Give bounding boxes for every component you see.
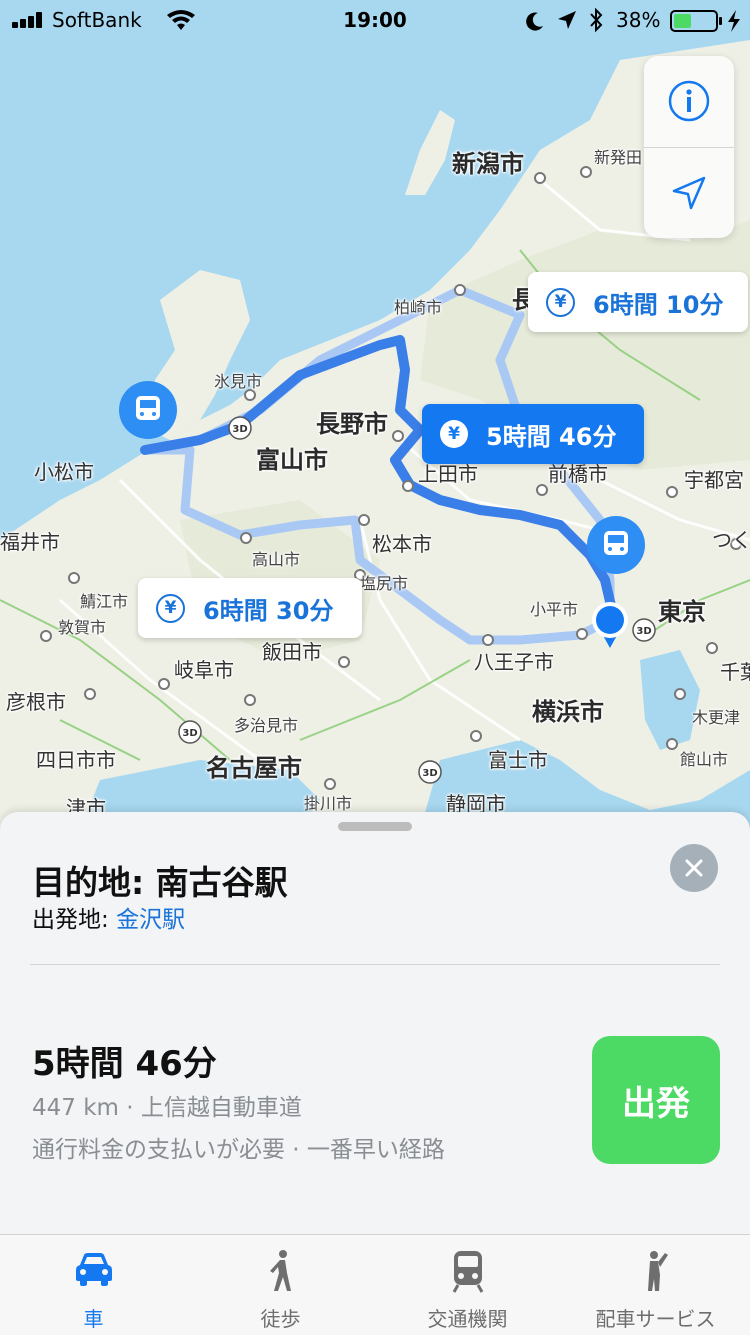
svg-text:3D: 3D [182, 728, 197, 739]
yen-icon: ¥ [156, 593, 185, 623]
map-label: 長野市 [316, 410, 388, 438]
map-label: 柏崎市 [394, 298, 443, 317]
do-not-disturb-icon [526, 12, 543, 31]
route-duration[interactable]: 5時間 46分 [32, 1036, 217, 1085]
map-label: 松本市 [372, 532, 432, 556]
yen-icon: ¥ [546, 287, 575, 317]
tab-ride[interactable]: 配車サービス [561, 1235, 750, 1335]
yen-icon: ¥ [440, 420, 468, 448]
map-label: 宇都宮 [684, 468, 744, 492]
map-label: 名古屋市 [206, 754, 302, 782]
map-label: 敦賀市 [58, 618, 107, 637]
tab-label: 交通機関 [427, 1307, 508, 1331]
drag-handle[interactable] [338, 822, 412, 831]
map-label: 新潟市 [452, 150, 524, 178]
map-label: 館山市 [680, 750, 729, 769]
map-label: 氷見市 [214, 372, 263, 391]
map-label: 岐阜市 [174, 658, 234, 682]
origin-line: 出発地: 金沢駅 [32, 900, 185, 934]
map-label: 小平市 [530, 600, 579, 619]
map-label: つく [712, 528, 750, 552]
map-view[interactable]: 3D 3D 3D 3D 新潟市 新発田 柏崎市 長 氷見市 長野市 富山市 小松… [0, 0, 750, 830]
car-icon [75, 1253, 112, 1286]
map-label: 木更津 [692, 708, 741, 727]
route-duration: 5時間 46分 [486, 422, 617, 451]
status-bar: SoftBank 19:00 38% [0, 0, 750, 40]
destination-marker [587, 516, 645, 574]
svg-text:3D: 3D [232, 424, 247, 435]
tab-drive[interactable]: 車 [0, 1235, 187, 1335]
map-label: 富士市 [488, 748, 548, 772]
close-icon [685, 859, 703, 877]
map-label: 飯田市 [262, 640, 322, 664]
directions-card[interactable]: 目的地: 南古谷駅 出発地: 金沢駅 5時間 46分 447 km · 上信越自… [0, 812, 750, 1234]
svg-text:3D: 3D [422, 768, 437, 779]
battery-charging-icon [670, 10, 740, 32]
map-label: 八王子市 [474, 650, 554, 674]
close-button[interactable] [670, 844, 718, 892]
map-label: 鯖江市 [80, 592, 129, 611]
location-arrow-icon [558, 11, 576, 29]
route-note: 通行料金の支払いが必要 · 一番早い経路 [32, 1137, 445, 1163]
origin-link[interactable]: 金沢駅 [116, 907, 185, 933]
tab-bar: 車 徒歩 交通機関 配車サービス [0, 1234, 750, 1335]
battery-percentage: 38% [616, 8, 661, 32]
map-label: 彦根市 [6, 690, 66, 714]
info-icon [668, 80, 710, 122]
go-button[interactable]: 出発 [592, 1036, 720, 1164]
map-label: 千葉 [720, 660, 750, 684]
svg-text:3D: 3D [636, 626, 651, 637]
route-callout-top[interactable]: ¥ 6時間 10分 [528, 272, 748, 332]
map-label: 高山市 [252, 550, 301, 569]
map-label: 小松市 [34, 460, 94, 484]
route-callout-left[interactable]: ¥ 6時間 30分 [138, 578, 362, 638]
route-duration: 6時間 30分 [203, 596, 334, 625]
origin-marker [119, 381, 177, 439]
map-label: 掛川市 [304, 794, 353, 813]
map-label: 四日市市 [36, 748, 116, 772]
tab-label: 配車サービス [595, 1307, 716, 1331]
tab-label: 車 [83, 1307, 104, 1331]
map-label: 富山市 [256, 446, 328, 474]
map-label: 新発田 [594, 148, 643, 167]
tab-walk[interactable]: 徒歩 [187, 1235, 374, 1335]
route-callout-selected[interactable]: ¥ 5時間 46分 [422, 404, 644, 464]
bluetooth-icon [590, 7, 603, 33]
map-label: 横浜市 [532, 698, 604, 726]
map-label: 福井市 [0, 530, 60, 554]
walking-icon [269, 1250, 291, 1291]
map-controls [644, 56, 734, 238]
route-distance: 447 km · 上信越自動車道 [32, 1095, 302, 1121]
origin-prefix: 出発地: [32, 907, 117, 933]
info-button[interactable] [644, 56, 734, 146]
map-label: 多治見市 [234, 716, 299, 735]
map-label: 塩尻市 [360, 574, 409, 593]
destination-title: 目的地: 南古谷駅 [32, 863, 288, 902]
location-arrow-icon [672, 176, 706, 210]
ride-hail-icon [647, 1251, 668, 1291]
map-label: 東京 [658, 598, 706, 626]
track-location-button[interactable] [644, 148, 734, 238]
route-duration: 6時間 10分 [593, 290, 724, 319]
train-icon [452, 1251, 483, 1293]
tab-label: 徒歩 [260, 1307, 301, 1331]
tab-transit[interactable]: 交通機関 [374, 1235, 561, 1335]
divider [30, 964, 720, 965]
